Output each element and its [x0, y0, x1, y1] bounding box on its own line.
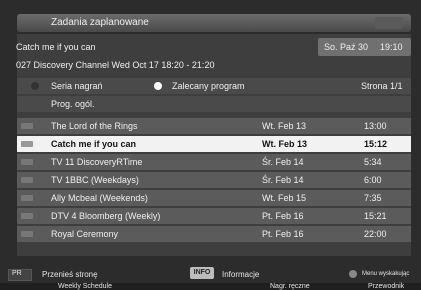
- schedule-row[interactable]: TV 1BBC (Weekdays) Śr. Feb 14 6:00: [17, 172, 411, 188]
- row-time: 15:12: [364, 139, 388, 149]
- current-date: So. Paź 30: [324, 42, 369, 52]
- schedule-row[interactable]: TV 11 DiscoveryRTime Śr. Feb 14 5:34: [17, 154, 411, 170]
- row-time: 13:00: [364, 121, 387, 131]
- title-stamp-icon: [375, 17, 403, 29]
- row-time: 15:21: [364, 211, 387, 221]
- schedule-row[interactable]: Ally Mcbeal (Weekends) Wt. Feb 15 7:35: [17, 190, 411, 206]
- row-time: 5:34: [364, 157, 382, 167]
- guide-label[interactable]: Przewodnik: [368, 283, 404, 290]
- window-title: Zadania zaplanowane: [51, 17, 149, 28]
- program-guide-header: Prog. ogól.: [17, 96, 411, 112]
- row-day: Wt. Feb 15: [262, 193, 307, 203]
- datetime-box: So. Paź 30 19:10: [318, 38, 411, 56]
- recommended-option[interactable]: Zalecany program: [172, 81, 245, 91]
- record-icon: [21, 231, 33, 237]
- row-day: Pt. Feb 16: [262, 211, 304, 221]
- row-day: Wt. Feb 13: [262, 139, 308, 149]
- series-radio-icon[interactable]: [31, 82, 39, 90]
- program-title: Catch me if you can: [16, 42, 96, 52]
- info-button[interactable]: INFO: [190, 267, 214, 279]
- schedule-row[interactable]: The Lord of the Rings Wt. Feb 13 13:00: [17, 118, 411, 134]
- manual-record-label[interactable]: Nagr. ręczne: [270, 283, 310, 290]
- row-day: Wt. Feb 13: [262, 121, 307, 131]
- program-details: 027 Discovery Channel Wed Oct 17 18:20 -…: [16, 60, 215, 70]
- title-bar: Zadania zaplanowane: [17, 14, 411, 32]
- record-icon: [21, 213, 33, 219]
- row-day: Śr. Feb 14: [262, 175, 304, 185]
- options-bar: Seria nagrań Zalecany program Strona 1/1: [17, 78, 411, 94]
- schedule-row-selected[interactable]: Catch me if you can Wt. Feb 13 15:12: [17, 136, 411, 152]
- row-name: Catch me if you can: [51, 139, 137, 149]
- row-name: DTV 4 Bloomberg (Weekly): [51, 211, 161, 221]
- program-guide-label: Prog. ogól.: [51, 99, 95, 109]
- record-icon: [21, 123, 33, 129]
- schedule-row[interactable]: DTV 4 Bloomberg (Weekly) Pt. Feb 16 15:2…: [17, 208, 411, 224]
- record-icon: [21, 177, 33, 183]
- info-label: Informacje: [222, 270, 260, 279]
- schedule-row[interactable]: Royal Ceremony Pt. Feb 16 22:00: [17, 226, 411, 242]
- popup-menu-label: Menu wyskakując: [362, 271, 410, 277]
- recommended-radio-icon[interactable]: [154, 82, 162, 90]
- weekly-schedule-label[interactable]: Weekly Schedule: [58, 283, 112, 290]
- move-page-label: Przenieś stronę: [42, 270, 98, 279]
- pr-label: PR: [12, 270, 22, 277]
- record-icon: [21, 141, 33, 147]
- record-icon: [21, 159, 33, 165]
- row-day: Pt. Feb 16: [262, 229, 304, 239]
- row-name: TV 11 DiscoveryRTime: [51, 157, 143, 167]
- row-name: TV 1BBC (Weekdays): [51, 175, 139, 185]
- menu-key-icon[interactable]: [349, 270, 357, 278]
- row-time: 22:00: [364, 229, 387, 239]
- row-time: 6:00: [364, 175, 382, 185]
- bottom-key-strip: Weekly Schedule Nagr. ręczne Przewodnik: [0, 283, 421, 290]
- record-icon: [21, 195, 33, 201]
- page-indicator: Strona 1/1: [361, 81, 403, 91]
- row-time: 7:35: [364, 193, 382, 203]
- current-time: 19:10: [380, 42, 403, 52]
- row-name: Ally Mcbeal (Weekends): [51, 193, 148, 203]
- row-name: Royal Ceremony: [51, 229, 119, 239]
- series-option[interactable]: Seria nagrań: [51, 81, 103, 91]
- row-day: Śr. Feb 14: [262, 157, 304, 167]
- row-name: The Lord of the Rings: [51, 121, 138, 131]
